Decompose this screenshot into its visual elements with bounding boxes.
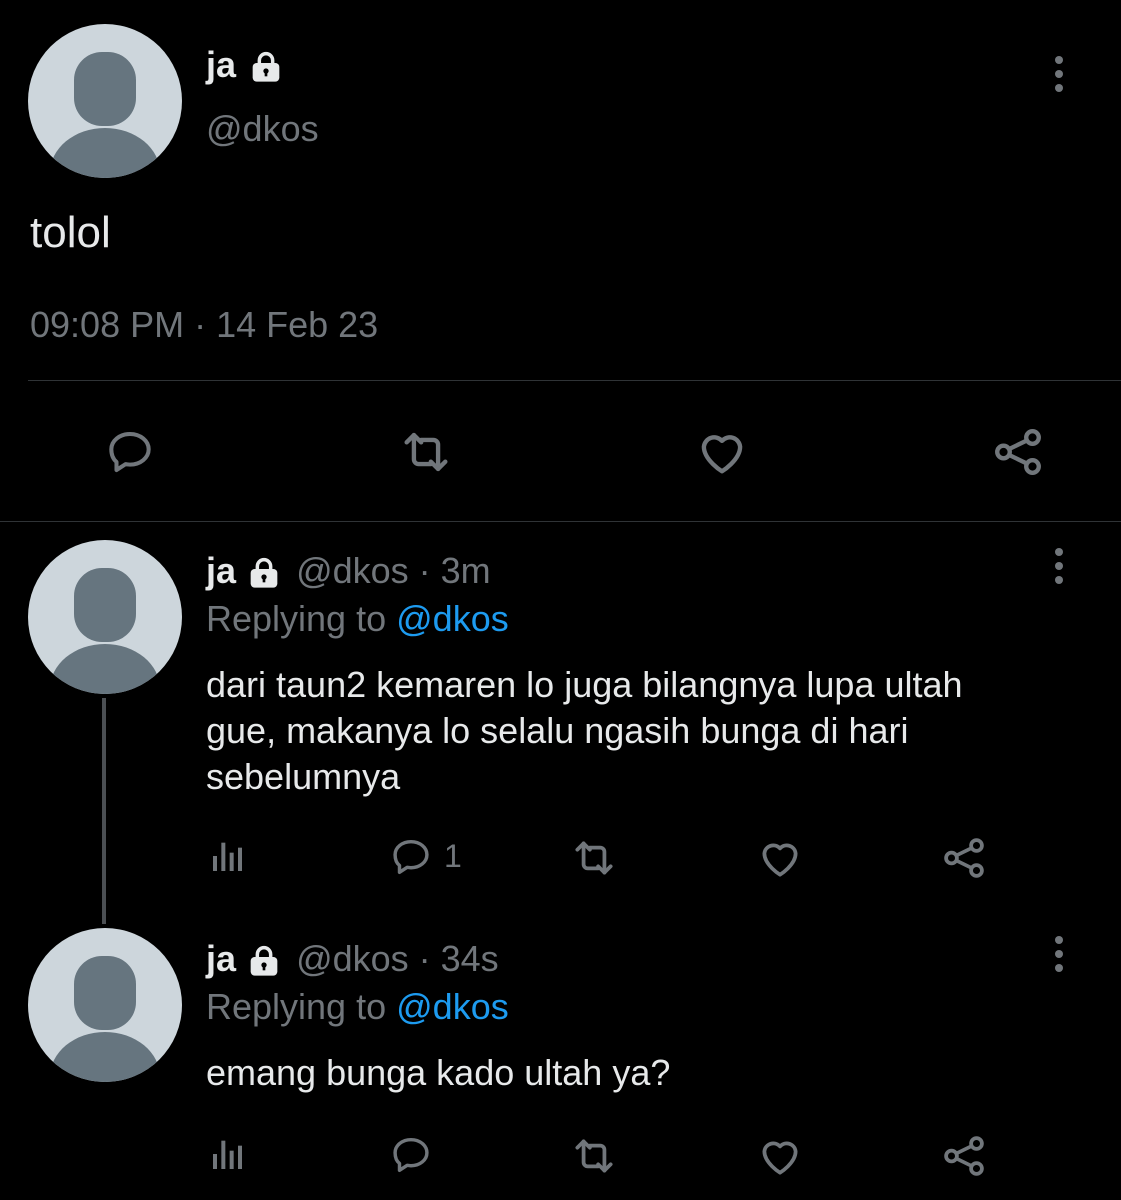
avatar[interactable] — [28, 24, 182, 178]
more-options-icon[interactable] — [1054, 56, 1064, 98]
handle-time[interactable]: @dkos · 3m — [296, 550, 491, 591]
replying-label: Replying to — [206, 598, 387, 639]
divider — [28, 380, 1121, 381]
tweet-text: tolol — [30, 208, 111, 257]
timestamp[interactable]: 09:08 PM · 14 Feb 23 — [30, 304, 378, 346]
handle-time[interactable]: @dkos · 34s — [296, 938, 499, 979]
replying-label: Replying to — [206, 986, 387, 1027]
display-name[interactable]: ja — [206, 44, 282, 86]
lock-icon — [248, 945, 280, 977]
like-icon[interactable] — [754, 832, 806, 884]
replying-handle-link[interactable]: @dkos — [396, 598, 509, 639]
tweet-text: emang bunga kado ultah ya? — [206, 1050, 670, 1096]
replying-handle-link[interactable]: @dkos — [396, 986, 509, 1027]
avatar[interactable] — [28, 540, 182, 694]
analytics-icon[interactable] — [206, 834, 250, 878]
more-options-icon[interactable] — [1054, 548, 1064, 590]
display-name[interactable]: ja — [206, 550, 236, 591]
reply-count: 1 — [444, 838, 462, 874]
share-icon[interactable] — [938, 1130, 990, 1182]
replying-to: Replying to @dkos — [206, 598, 509, 640]
tweet-text: dari taun2 kemaren lo juga bilangnya lup… — [206, 662, 963, 800]
like-icon[interactable] — [754, 1130, 806, 1182]
like-icon[interactable] — [690, 420, 754, 484]
retweet-icon[interactable] — [568, 1130, 620, 1182]
text-line: dari taun2 kemaren lo juga bilangnya lup… — [206, 664, 963, 705]
thread-line — [102, 698, 106, 924]
lock-icon — [250, 51, 282, 83]
handle[interactable]: @dkos — [206, 108, 319, 150]
reply-icon[interactable] — [386, 832, 436, 882]
reply-icon[interactable] — [98, 420, 162, 484]
reply-icon[interactable] — [386, 1130, 436, 1180]
share-icon[interactable] — [938, 832, 990, 884]
divider — [0, 521, 1121, 522]
share-icon[interactable] — [986, 420, 1050, 484]
more-options-icon[interactable] — [1054, 936, 1064, 978]
display-name[interactable]: ja — [206, 938, 236, 979]
text-line: gue, makanya lo selalu ngasih bunga di h… — [206, 710, 909, 751]
reply-header: ja @dkos · 34s — [206, 938, 499, 980]
text-line: sebelumnya — [206, 756, 401, 797]
analytics-icon[interactable] — [206, 1132, 250, 1176]
text-line: emang bunga kado ultah ya? — [206, 1052, 671, 1093]
replying-to: Replying to @dkos — [206, 986, 509, 1028]
reply-header: ja @dkos · 3m — [206, 550, 491, 592]
lock-icon — [248, 557, 280, 589]
retweet-icon[interactable] — [568, 832, 620, 884]
avatar[interactable] — [28, 928, 182, 1082]
retweet-icon[interactable] — [394, 420, 458, 484]
